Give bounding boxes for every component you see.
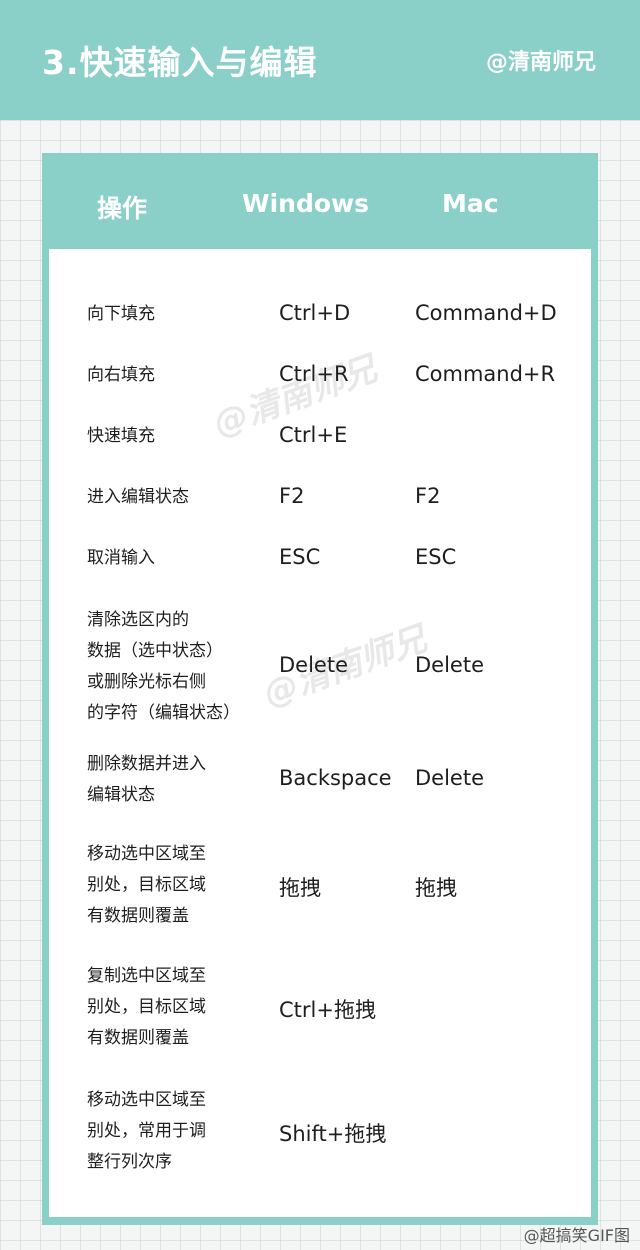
operation-line: 删除数据并进入 xyxy=(87,754,206,774)
operation-line: 清除选区内的 xyxy=(87,610,189,630)
cell-mac-shortcut: Command+D xyxy=(415,300,557,325)
cell-operation: 取消输入 xyxy=(87,543,155,574)
cell-operation: 向右填充 xyxy=(87,360,155,391)
cell-windows-shortcut: Shift+拖拽 xyxy=(279,1121,387,1146)
cell-mac-shortcut: Delete xyxy=(415,653,484,677)
cell-mac-shortcut: 拖拽 xyxy=(415,875,457,900)
cell-operation: 复制选中区域至 别处，目标区域 有数据则覆盖 xyxy=(87,961,206,1054)
header-banner: 3.快速输入与编辑 @清南师兄 xyxy=(0,0,640,120)
page-title: 3.快速输入与编辑 xyxy=(42,43,318,82)
operation-line: 数据（选中状态） xyxy=(87,641,223,661)
table-row: 删除数据并进入 编辑状态 Backspace Delete xyxy=(49,749,591,813)
operation-line: 别处，目标区域 xyxy=(87,997,206,1017)
operation-line: 向下填充 xyxy=(87,304,155,324)
table-row: 清除选区内的数据（选中状态） 或删除光标右侧的字符（编辑状态） Delete Dele… xyxy=(49,605,591,731)
column-header-operation: 操作 xyxy=(97,194,148,223)
table-row: 移动选中区域至 别处，常用于调 整行列次序 Shift+拖拽 xyxy=(49,1085,591,1181)
operation-line: 复制选中区域至 xyxy=(87,966,206,986)
operation-line: 编辑状态 xyxy=(87,785,155,805)
operation-line: 有数据则覆盖 xyxy=(87,1028,189,1048)
cell-operation: 移动选中区域至 别处，常用于调 整行列次序 xyxy=(87,1085,206,1178)
operation-line: 向右填充 xyxy=(87,365,155,385)
cell-operation: 进入编辑状态 xyxy=(87,482,189,513)
cell-operation: 向下填充 xyxy=(87,299,155,330)
cell-operation: 快速填充 xyxy=(87,421,155,452)
operation-line: 进入编辑状态 xyxy=(87,487,189,507)
operation-line: 整行列次序 xyxy=(87,1152,172,1172)
cell-mac-shortcut: Delete xyxy=(415,766,484,790)
cell-operation: 移动选中区域至 别处，目标区域 有数据则覆盖 xyxy=(87,839,206,932)
table-row: 移动选中区域至 别处，目标区域 有数据则覆盖 拖拽 拖拽 xyxy=(49,839,591,935)
cell-windows-shortcut: 拖拽 xyxy=(279,875,321,900)
source-watermark: @超搞笑GIF图 xyxy=(523,1226,630,1245)
operation-line: 或删除光标右侧 xyxy=(87,672,206,692)
table-row: 复制选中区域至 别处，目标区域 有数据则覆盖 Ctrl+拖拽 xyxy=(49,961,591,1057)
cell-mac-shortcut: Command+R xyxy=(415,361,556,386)
cell-windows-shortcut: Delete xyxy=(279,653,348,677)
operation-line: 有数据则覆盖 xyxy=(87,906,189,926)
table-header: 操作 Windows Mac xyxy=(49,153,591,249)
table-row: 取消输入 ESC ESC xyxy=(49,543,591,577)
cell-windows-shortcut: F2 xyxy=(279,483,305,508)
operation-line: 移动选中区域至 xyxy=(87,844,206,864)
cell-windows-shortcut: Ctrl+拖拽 xyxy=(279,997,376,1022)
shortcut-table: 操作 Windows Mac @清南师兄 @清南师兄 向下填充 Ctrl+D Com… xyxy=(42,153,598,1225)
column-header-mac: Mac xyxy=(442,189,499,218)
table-row: 向右填充 Ctrl+R Command+R xyxy=(49,360,591,394)
operation-line: 快速填充 xyxy=(87,426,155,446)
table-body: @清南师兄 @清南师兄 向下填充 Ctrl+D Command+D 向右填充 Ctrl+… xyxy=(49,249,591,1217)
cell-windows-shortcut: Backspace xyxy=(279,766,392,790)
cell-windows-shortcut: ESC xyxy=(279,544,321,569)
operation-line: 别处，目标区域 xyxy=(87,875,206,895)
table-row: 进入编辑状态 F2 F2 xyxy=(49,482,591,516)
table-row: 向下填充 Ctrl+D Command+D xyxy=(49,299,591,333)
cell-mac-shortcut: ESC xyxy=(415,544,457,569)
column-header-windows: Windows xyxy=(242,189,369,218)
cell-windows-shortcut: Ctrl+R xyxy=(279,361,349,386)
cell-mac-shortcut: F2 xyxy=(415,483,441,508)
cell-windows-shortcut: Ctrl+D xyxy=(279,300,351,325)
cell-operation: 删除数据并进入 编辑状态 xyxy=(87,749,206,811)
operation-line: 取消输入 xyxy=(87,548,155,568)
operation-line: 别处，常用于调 xyxy=(87,1121,206,1141)
cell-windows-shortcut: Ctrl+E xyxy=(279,422,348,447)
cell-operation: 清除选区内的数据（选中状态） 或删除光标右侧的字符（编辑状态） xyxy=(87,605,240,729)
operation-line: 的字符（编辑状态） xyxy=(87,703,240,723)
table-row: 快速填充 Ctrl+E xyxy=(49,421,591,455)
author-handle: @清南师兄 xyxy=(485,50,596,75)
operation-line: 移动选中区域至 xyxy=(87,1090,206,1110)
